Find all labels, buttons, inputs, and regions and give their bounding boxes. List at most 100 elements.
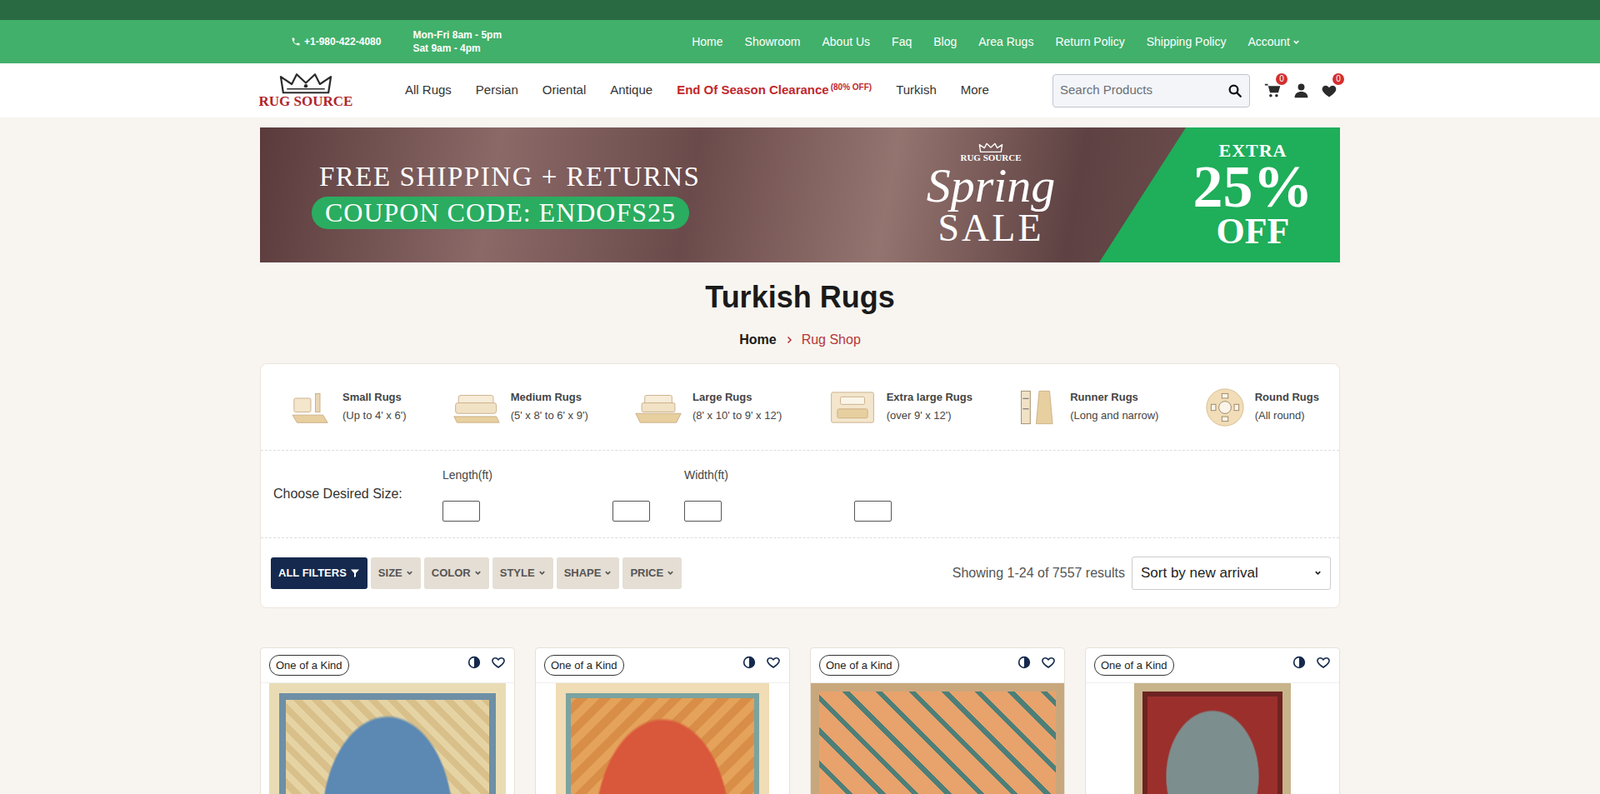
top-nav-label[interactable]: Area Rugs [978, 33, 1034, 51]
size-category[interactable]: Extra large Rugs(over 9' x 12') [828, 389, 973, 426]
size-max-input[interactable] [854, 500, 892, 522]
product-card[interactable]: One of a Kind [260, 647, 515, 794]
filter-label[interactable]: PRICE [630, 565, 664, 582]
product-card[interactable]: One of a Kind [535, 647, 790, 794]
size-category-name[interactable]: Runner Rugs [1070, 389, 1159, 406]
size-category[interactable]: Large Rugs(8' x 10' to 9' x 12') [634, 389, 782, 426]
filter-button[interactable]: PRICE [622, 557, 682, 590]
top-nav-link[interactable]: Area Rugs [978, 33, 1034, 51]
main-nav-link[interactable]: Turkish [895, 80, 937, 100]
magnifier-icon [1227, 83, 1243, 99]
filter-button[interactable]: SIZE [370, 557, 421, 590]
filter-button[interactable]: ALL FILTERS [270, 557, 368, 590]
logo-text[interactable]: RUG SOURCE [259, 94, 354, 110]
top-nav-label[interactable]: Showroom [745, 33, 801, 51]
wishlist-button[interactable] [490, 655, 506, 676]
heart-icon [1320, 82, 1338, 100]
cart-button[interactable]: 0 [1261, 80, 1284, 102]
main-nav-label[interactable]: Turkish [895, 82, 937, 97]
sort-value[interactable]: Sort by new arrival [1140, 562, 1259, 585]
product-card[interactable]: One of a Kind [810, 647, 1065, 794]
main-nav-link[interactable]: Oriental [542, 80, 587, 100]
heart-icon [765, 655, 781, 670]
top-nav-label[interactable]: Home [691, 33, 723, 51]
size-min-input[interactable] [684, 500, 722, 522]
top-nav-label[interactable]: Shipping Policy [1146, 33, 1227, 51]
size-category[interactable]: Medium Rugs(5' x 8' to 6' x 9') [452, 389, 589, 426]
main-nav-label[interactable]: End Of Season Clearance [676, 82, 830, 97]
filter-label[interactable]: ALL FILTERS [278, 565, 347, 582]
top-nav-link[interactable]: Shipping Policy [1146, 33, 1227, 51]
promo-banner[interactable]: FREE SHIPPING + RETURNSCOUPON CODE: ENDO… [260, 127, 1340, 263]
product-card[interactable]: One of a Kind [1085, 647, 1340, 794]
product-image[interactable] [269, 683, 506, 794]
top-nav-link[interactable]: Faq [891, 33, 912, 51]
filter-label[interactable]: STYLE [500, 565, 535, 582]
product-image[interactable] [555, 683, 770, 794]
product-image[interactable] [810, 683, 1065, 794]
cart-count: 0 [1275, 73, 1288, 85]
main-nav-link[interactable]: More [960, 80, 990, 100]
size-category[interactable]: Runner Rugs(Long and narrow) [1018, 387, 1159, 428]
breadcrumb-item[interactable]: Home [739, 330, 776, 350]
sort-select[interactable]: Sort by new arrival [1131, 556, 1331, 590]
product-image[interactable] [1134, 683, 1290, 794]
main-nav-link[interactable]: Persian [475, 80, 519, 100]
size-category-name[interactable]: Round Rugs [1255, 389, 1320, 406]
size-category[interactable]: Round Rugs(All round) [1205, 387, 1320, 428]
results-count: Showing 1-24 of 7557 results [952, 563, 1125, 584]
wishlist-button[interactable] [1315, 655, 1331, 676]
compare-button[interactable] [467, 655, 481, 675]
size-category-name[interactable]: Extra large Rugs [886, 389, 973, 406]
top-nav-label[interactable]: Account [1247, 33, 1290, 51]
main-nav-link[interactable]: All Rugs [405, 80, 452, 100]
size-max-input[interactable] [612, 500, 650, 522]
search-input[interactable] [1053, 75, 1221, 107]
filter-button[interactable]: SHAPE [556, 557, 620, 590]
main-nav-label[interactable]: More [960, 82, 990, 97]
phone-number[interactable]: +1-980-422-4080 [304, 34, 381, 50]
top-nav-link[interactable]: About Us [822, 33, 871, 51]
compare-button[interactable] [742, 655, 756, 675]
size-field-label: Width(ft) [684, 466, 892, 485]
top-nav-link[interactable]: Home [691, 33, 723, 51]
separator [260, 450, 1340, 451]
wishlist-button[interactable]: 0 [1318, 80, 1340, 102]
size-category[interactable]: Small Rugs(Up to 4' x 6') [289, 389, 407, 426]
filter-label[interactable]: COLOR [431, 565, 471, 582]
main-nav-label[interactable]: Oriental [542, 82, 587, 97]
compare-button[interactable] [1017, 655, 1031, 675]
compare-button[interactable] [1292, 655, 1306, 675]
main-nav-label[interactable]: Antique [610, 82, 653, 97]
top-nav-label[interactable]: Return Policy [1055, 33, 1125, 51]
filter-button[interactable]: STYLE [492, 557, 554, 590]
size-category-name[interactable]: Small Rugs [342, 389, 407, 406]
product-tag: One of a Kind [544, 655, 625, 677]
filter-label[interactable]: SHAPE [564, 565, 602, 582]
phone-link[interactable]: +1-980-422-4080 [260, 34, 381, 50]
size-category-name[interactable]: Medium Rugs [510, 389, 589, 406]
size-min-input[interactable] [442, 500, 480, 522]
top-nav-label[interactable]: Faq [891, 33, 912, 51]
search-button[interactable] [1220, 75, 1250, 107]
filter-button[interactable]: COLOR [424, 557, 490, 590]
filter-label[interactable]: SIZE [378, 565, 403, 582]
top-nav-label[interactable]: About Us [822, 33, 871, 51]
main-nav-label[interactable]: All Rugs [405, 82, 452, 97]
top-nav-link[interactable]: Return Policy [1055, 33, 1125, 51]
site-header: RUG SOURCE All Rugs Persian Oriental Antique… [0, 63, 1600, 118]
wishlist-button[interactable] [1040, 655, 1056, 676]
discount-percent: 25% [1193, 160, 1314, 215]
top-nav-label[interactable]: Blog [933, 33, 957, 51]
top-nav-link[interactable]: Showroom [745, 33, 801, 51]
site-logo[interactable]: RUG SOURCE [260, 68, 352, 113]
top-nav-link[interactable]: Blog [933, 33, 957, 51]
chevron-down-icon [1292, 38, 1300, 46]
account-button[interactable] [1290, 80, 1312, 102]
size-category-name[interactable]: Large Rugs [692, 389, 782, 406]
main-nav-link[interactable]: End Of Season Clearance(80% OFF) [676, 80, 872, 100]
wishlist-button[interactable] [765, 655, 781, 676]
main-nav-label[interactable]: Persian [475, 82, 519, 97]
top-nav-link[interactable]: Account [1247, 33, 1300, 51]
main-nav-link[interactable]: Antique [610, 80, 653, 100]
